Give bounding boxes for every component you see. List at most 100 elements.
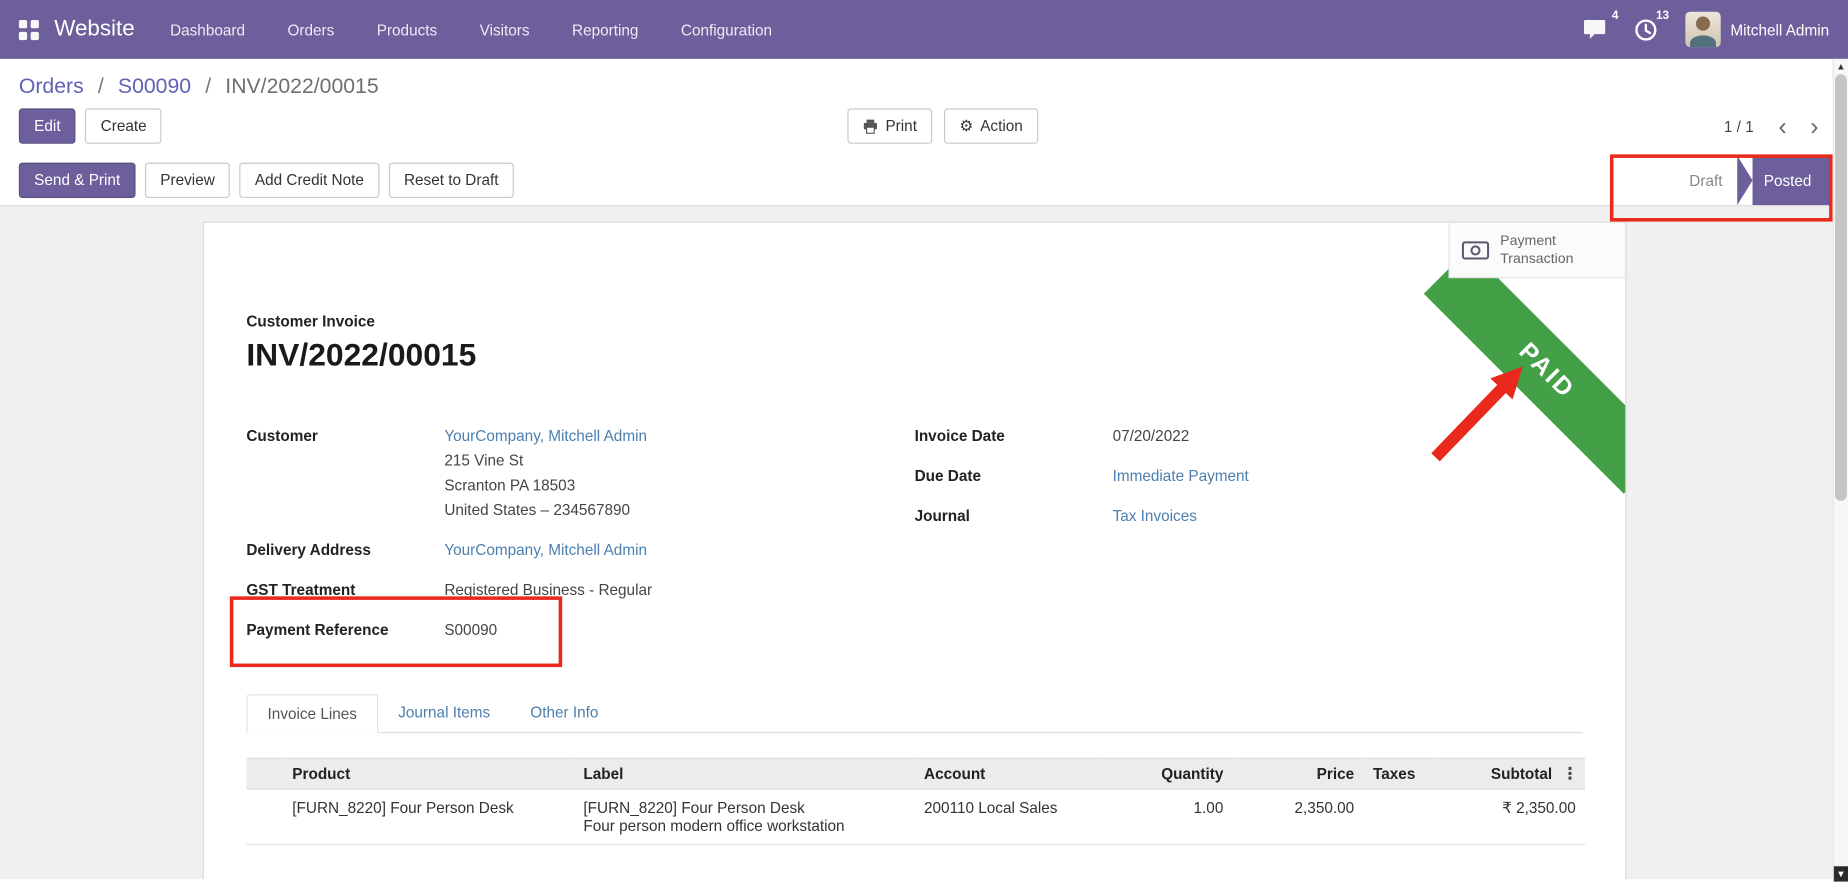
control-panel-left: Edit Create — [19, 108, 162, 144]
clock-icon — [1635, 18, 1657, 40]
invoice-number: INV/2022/00015 — [246, 337, 1582, 374]
status-arrow-icon — [1737, 156, 1752, 205]
user-menu[interactable]: Mitchell Admin — [1686, 12, 1830, 47]
messages-badge: 4 — [1612, 9, 1619, 22]
nav-item-visitors[interactable]: Visitors — [480, 21, 530, 39]
field-journal: Journal Tax Invoices — [915, 504, 1583, 529]
row-label-line-2: Four person modern office workstation — [583, 817, 905, 835]
messages-button[interactable]: 4 — [1583, 19, 1607, 40]
row-quantity-cell: 1.00 — [1096, 789, 1233, 844]
nav-menu: Dashboard Orders Products Visitors Repor… — [170, 21, 772, 39]
field-groups: Customer YourCompany, Mitchell Admin 215… — [246, 423, 1582, 658]
field-label-due-date: Due Date — [915, 463, 1113, 488]
preview-button[interactable]: Preview — [145, 163, 230, 199]
row-taxes-cell — [1364, 789, 1434, 844]
nav-item-products[interactable]: Products — [377, 21, 437, 39]
sheet-body: Customer Invoice INV/2022/00015 Customer… — [204, 223, 1625, 879]
field-delivery-address: Delivery Address YourCompany, Mitchell A… — [246, 538, 914, 563]
row-account-cell: 200110 Local Sales — [915, 789, 1096, 844]
delivery-address-link[interactable]: YourCompany, Mitchell Admin — [444, 541, 647, 559]
row-price-cell: 2,350.00 — [1233, 789, 1364, 844]
chevron-left-icon: ‹ — [1778, 113, 1786, 140]
row-product-cell: [FURN_8220] Four Person Desk — [283, 789, 574, 844]
statusbar-row: Send & Print Preview Add Credit Note Res… — [0, 156, 1848, 207]
field-label-invoice-date: Invoice Date — [915, 423, 1113, 448]
customer-address-line-3: United States – 234567890 — [444, 498, 647, 523]
control-panel-center: Print ⚙ Action — [162, 108, 1724, 144]
nav-item-reporting[interactable]: Reporting — [572, 21, 638, 39]
subtotal-header-label: Subtotal — [1491, 765, 1552, 783]
payment-reference-value: S00090 — [444, 618, 497, 643]
scroll-down-button[interactable]: ▼ — [1834, 866, 1848, 881]
print-button-label: Print — [885, 117, 917, 136]
tab-journal-items[interactable]: Journal Items — [378, 694, 510, 733]
scrollbar[interactable]: ▲ ▼ — [1833, 59, 1848, 882]
table-row[interactable]: [FURN_8220] Four Person Desk [FURN_8220]… — [246, 789, 1585, 844]
reset-to-draft-button[interactable]: Reset to Draft — [389, 163, 514, 199]
col-taxes: Taxes — [1364, 759, 1434, 790]
notebook-tabs: Invoice Lines Journal Items Other Info — [246, 693, 1582, 733]
tab-other-info[interactable]: Other Info — [510, 694, 618, 733]
gear-icon: ⚙ — [959, 117, 973, 136]
breadcrumb-separator: / — [205, 74, 211, 98]
breadcrumb: Orders / S00090 / INV/2022/00015 — [0, 59, 1848, 104]
due-date-link[interactable]: Immediate Payment — [1113, 467, 1249, 485]
top-navbar: Website Dashboard Orders Products Visito… — [0, 0, 1848, 59]
row-label-cell: [FURN_8220] Four Person Desk Four person… — [574, 789, 915, 844]
customer-address-line-1: 215 Vine St — [444, 448, 647, 473]
optional-columns-button[interactable]: ⋮ — [1562, 764, 1579, 784]
edit-button[interactable]: Edit — [19, 108, 76, 144]
add-credit-note-button[interactable]: Add Credit Note — [240, 163, 380, 199]
nav-right-section: 4 13 Mitchell Admin — [1583, 12, 1829, 47]
field-invoice-date: Invoice Date 07/20/2022 — [915, 423, 1583, 448]
col-quantity: Quantity — [1096, 759, 1233, 790]
activities-button[interactable]: 13 — [1635, 18, 1657, 40]
status-widget: Draft Posted — [1689, 156, 1848, 205]
field-label-payment-reference: Payment Reference — [246, 618, 444, 643]
nav-item-dashboard[interactable]: Dashboard — [170, 21, 245, 39]
print-button[interactable]: Print — [848, 108, 933, 144]
customer-link[interactable]: YourCompany, Mitchell Admin — [444, 427, 647, 445]
scrollbar-thumb[interactable] — [1835, 74, 1847, 501]
app-name[interactable]: Website — [54, 16, 134, 42]
pager-next-button[interactable]: › — [1800, 114, 1829, 139]
field-due-date: Due Date Immediate Payment — [915, 463, 1583, 488]
invoice-lines-table: Product Label Account Quantity Price Tax… — [246, 758, 1585, 845]
action-button[interactable]: ⚙ Action — [944, 108, 1038, 144]
printer-icon — [863, 119, 878, 134]
breadcrumb-orders-link[interactable]: Orders — [19, 74, 84, 98]
customer-address-line-2: Scranton PA 18503 — [444, 473, 647, 498]
nav-item-orders[interactable]: Orders — [287, 21, 334, 39]
scroll-up-button[interactable]: ▲ — [1834, 59, 1848, 74]
status-stage-posted[interactable]: Posted — [1752, 156, 1833, 205]
odoo-app-window: Website Dashboard Orders Products Visito… — [0, 0, 1848, 882]
pager-previous-button[interactable]: ‹ — [1768, 114, 1797, 139]
col-label: Label — [574, 759, 915, 790]
field-customer: Customer YourCompany, Mitchell Admin 215… — [246, 423, 914, 522]
control-panel: Edit Create Print ⚙ Action 1 / 1 ‹ › — [0, 104, 1848, 156]
breadcrumb-current: INV/2022/00015 — [225, 74, 378, 98]
activities-badge: 13 — [1656, 9, 1669, 22]
send-and-print-button[interactable]: Send & Print — [19, 163, 136, 199]
col-subtotal: Subtotal ⋮ — [1433, 759, 1585, 790]
pager: 1 / 1 ‹ › — [1724, 114, 1829, 139]
breadcrumb-sale-order-link[interactable]: S00090 — [118, 74, 191, 98]
document-type-label: Customer Invoice — [246, 313, 1582, 331]
journal-link[interactable]: Tax Invoices — [1113, 507, 1197, 525]
field-label-customer: Customer — [246, 423, 444, 522]
status-stage-draft[interactable]: Draft — [1689, 172, 1722, 190]
row-subtotal-cell: ₹ 2,350.00 — [1433, 789, 1585, 844]
field-label-delivery-address: Delivery Address — [246, 538, 444, 563]
chevron-right-icon: › — [1810, 113, 1818, 140]
field-gst-treatment: GST Treatment Registered Business - Regu… — [246, 578, 914, 603]
payment-transaction-button[interactable]: Payment Transaction — [1448, 223, 1625, 278]
nav-item-configuration[interactable]: Configuration — [681, 21, 772, 39]
apps-grid-icon[interactable] — [19, 19, 39, 39]
user-name: Mitchell Admin — [1730, 21, 1829, 39]
tab-invoice-lines[interactable]: Invoice Lines — [246, 694, 378, 733]
row-label-line-1: [FURN_8220] Four Person Desk — [583, 799, 905, 817]
field-label-journal: Journal — [915, 504, 1113, 529]
create-button[interactable]: Create — [85, 108, 162, 144]
invoice-sheet: Payment Transaction PAID Customer Invoic… — [203, 222, 1627, 880]
col-account: Account — [915, 759, 1096, 790]
